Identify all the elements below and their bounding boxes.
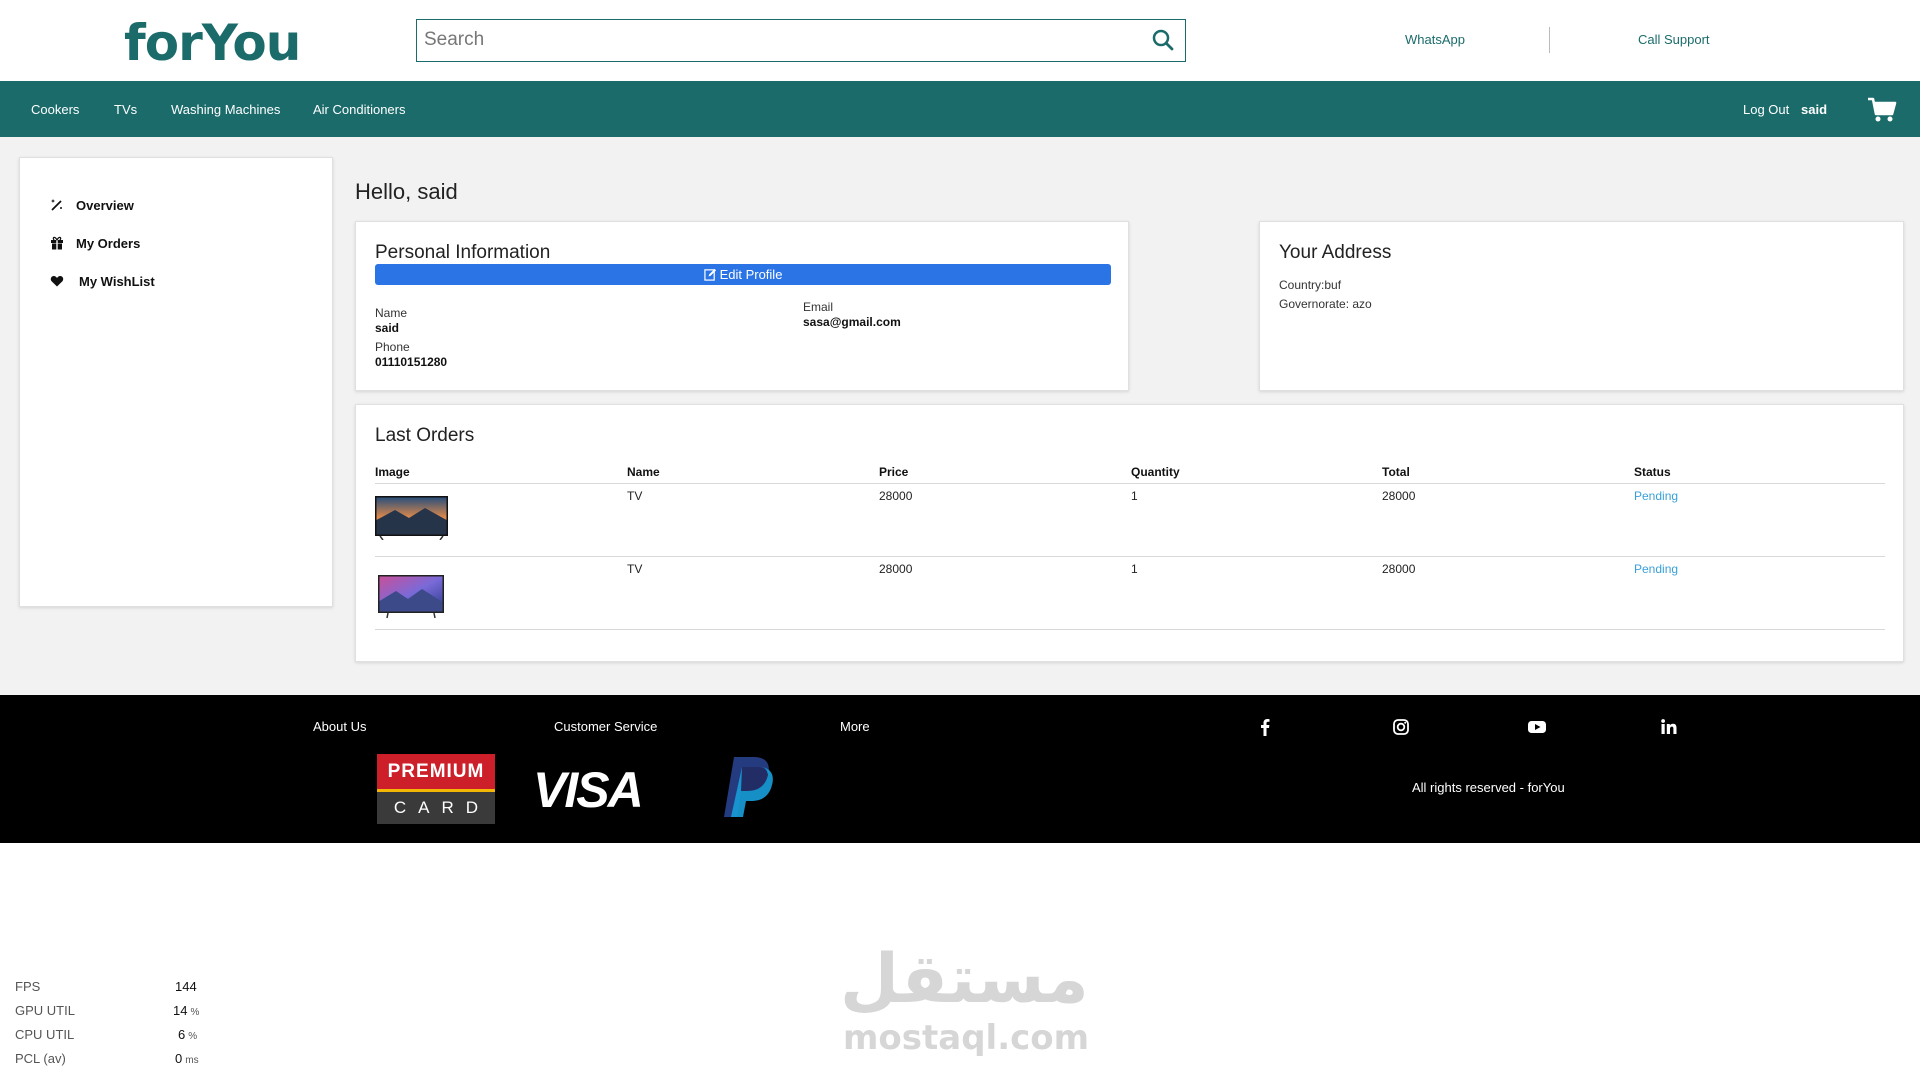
heart-icon bbox=[50, 276, 64, 287]
order-row-name: TV bbox=[627, 562, 643, 576]
search-icon[interactable] bbox=[1151, 28, 1175, 52]
premium-card-top: PREMIUM bbox=[377, 754, 495, 789]
column-header-price: Price bbox=[879, 465, 909, 479]
column-header-status: Status bbox=[1634, 465, 1671, 479]
phone-label: Phone bbox=[375, 340, 410, 354]
cart-icon[interactable] bbox=[1867, 96, 1897, 123]
sidebar-item-my-orders[interactable]: My Orders bbox=[50, 233, 140, 253]
divider bbox=[1549, 27, 1550, 53]
order-row-name: TV bbox=[627, 489, 643, 503]
name-value: said bbox=[375, 321, 400, 335]
username[interactable]: said bbox=[1801, 102, 1827, 117]
order-row-status[interactable]: Pending bbox=[1634, 489, 1678, 503]
table-divider bbox=[375, 556, 1885, 557]
sidebar-item-label: My Orders bbox=[76, 235, 141, 251]
sidebar-item-overview[interactable]: Overview bbox=[50, 195, 134, 215]
column-header-name: Name bbox=[627, 465, 660, 479]
last-orders-card: Last Orders Image Name Price Quantity To… bbox=[355, 404, 1904, 662]
order-row-total: 28000 bbox=[1382, 489, 1416, 503]
linkedin-icon[interactable] bbox=[1659, 717, 1679, 737]
phone-value: 01110151280 bbox=[375, 355, 448, 369]
column-header-image: Image bbox=[375, 465, 410, 479]
instagram-icon[interactable] bbox=[1391, 717, 1411, 737]
order-row-total: 28000 bbox=[1382, 562, 1416, 576]
product-thumbnail[interactable] bbox=[375, 496, 448, 540]
edit-icon bbox=[703, 268, 716, 281]
email-label: Email bbox=[803, 300, 834, 314]
perf-value-fps: 144 bbox=[175, 979, 197, 994]
product-thumbnail[interactable] bbox=[378, 575, 444, 619]
perf-label-pcl: PCL (av) bbox=[15, 1051, 66, 1066]
order-row-quantity: 1 bbox=[1131, 562, 1138, 576]
nav-item-air-conditioners[interactable]: Air Conditioners bbox=[313, 102, 406, 117]
greeting: Hello, said bbox=[355, 179, 458, 204]
nav-item-tvs[interactable]: TVs bbox=[114, 102, 137, 117]
gift-icon bbox=[51, 236, 63, 250]
paypal-logo bbox=[724, 757, 773, 817]
premium-card-logo: PREMIUM CARD bbox=[377, 754, 495, 824]
table-divider bbox=[375, 483, 1885, 484]
footer-link-about-us[interactable]: About Us bbox=[313, 719, 366, 734]
column-header-quantity: Quantity bbox=[1131, 465, 1180, 479]
nav-item-washing-machines[interactable]: Washing Machines bbox=[171, 102, 280, 117]
call-support-link[interactable]: Call Support bbox=[1638, 32, 1710, 47]
nav-item-cookers[interactable]: Cookers bbox=[31, 102, 79, 117]
footer-link-more[interactable]: More bbox=[840, 719, 870, 734]
watermark-latin: mostaql.com bbox=[843, 1018, 1090, 1058]
footer: About Us Customer Service More PREMIUM C… bbox=[0, 695, 1920, 843]
order-row-price: 28000 bbox=[879, 562, 913, 576]
perf-label-gpu: GPU UTIL bbox=[15, 1003, 75, 1018]
sidebar-item-label: My WishList bbox=[79, 273, 155, 289]
name-label: Name bbox=[375, 306, 408, 320]
column-header-total: Total bbox=[1382, 465, 1410, 479]
address-governorate: Governorate: azo bbox=[1279, 297, 1372, 311]
visa-logo: VISA bbox=[533, 762, 644, 818]
top-header: forYou WhatsApp Call Support bbox=[0, 0, 1920, 81]
footer-link-customer-service[interactable]: Customer Service bbox=[554, 719, 657, 734]
logo-text: forYou bbox=[124, 14, 301, 72]
table-divider bbox=[375, 629, 1885, 630]
perf-value-cpu: 6% bbox=[178, 1027, 198, 1042]
address-country: Country:buf bbox=[1279, 278, 1342, 292]
facebook-icon[interactable] bbox=[1255, 717, 1275, 737]
main-content: Overview My Orders My WishList Hello, sa… bbox=[0, 137, 1920, 695]
sidebar-item-my-wishlist[interactable]: My WishList bbox=[50, 271, 155, 291]
search-input[interactable] bbox=[417, 20, 1137, 60]
logo[interactable]: forYou bbox=[124, 10, 301, 72]
address-card: Your Address Country:buf Governorate: az… bbox=[1259, 221, 1904, 391]
edit-profile-label: Edit Profile bbox=[719, 267, 783, 282]
perf-label-cpu: CPU UTIL bbox=[15, 1027, 75, 1042]
order-row-price: 28000 bbox=[879, 489, 913, 503]
personal-info-card: Personal Information Edit Profile Name s… bbox=[355, 221, 1129, 391]
perf-value-gpu: 14% bbox=[173, 1003, 200, 1018]
logout-link[interactable]: Log Out bbox=[1743, 102, 1789, 117]
search-bar bbox=[416, 19, 1186, 62]
perf-label-fps: FPS bbox=[15, 979, 41, 994]
youtube-icon[interactable] bbox=[1527, 717, 1547, 737]
perf-value-pcl: 0 ms bbox=[175, 1051, 199, 1066]
whatsapp-link[interactable]: WhatsApp bbox=[1405, 32, 1465, 47]
personal-info-title: Personal Information bbox=[375, 242, 551, 263]
copyright-text: All rights reserved - forYou bbox=[1412, 780, 1565, 795]
category-nav: Cookers TVs Washing Machines Air Conditi… bbox=[0, 81, 1920, 137]
account-sidebar: Overview My Orders My WishList bbox=[19, 157, 333, 607]
order-row-status[interactable]: Pending bbox=[1634, 562, 1678, 576]
magic-wand-icon bbox=[51, 199, 62, 211]
watermark-arabic: مستقل bbox=[840, 940, 1089, 1019]
sidebar-item-label: Overview bbox=[76, 197, 134, 213]
premium-card-bottom: CARD bbox=[377, 792, 495, 824]
email-value: sasa@gmail.com bbox=[803, 315, 901, 329]
address-title: Your Address bbox=[1279, 242, 1392, 263]
order-row-quantity: 1 bbox=[1131, 489, 1138, 503]
last-orders-title: Last Orders bbox=[375, 425, 475, 446]
edit-profile-button[interactable]: Edit Profile bbox=[375, 264, 1111, 285]
